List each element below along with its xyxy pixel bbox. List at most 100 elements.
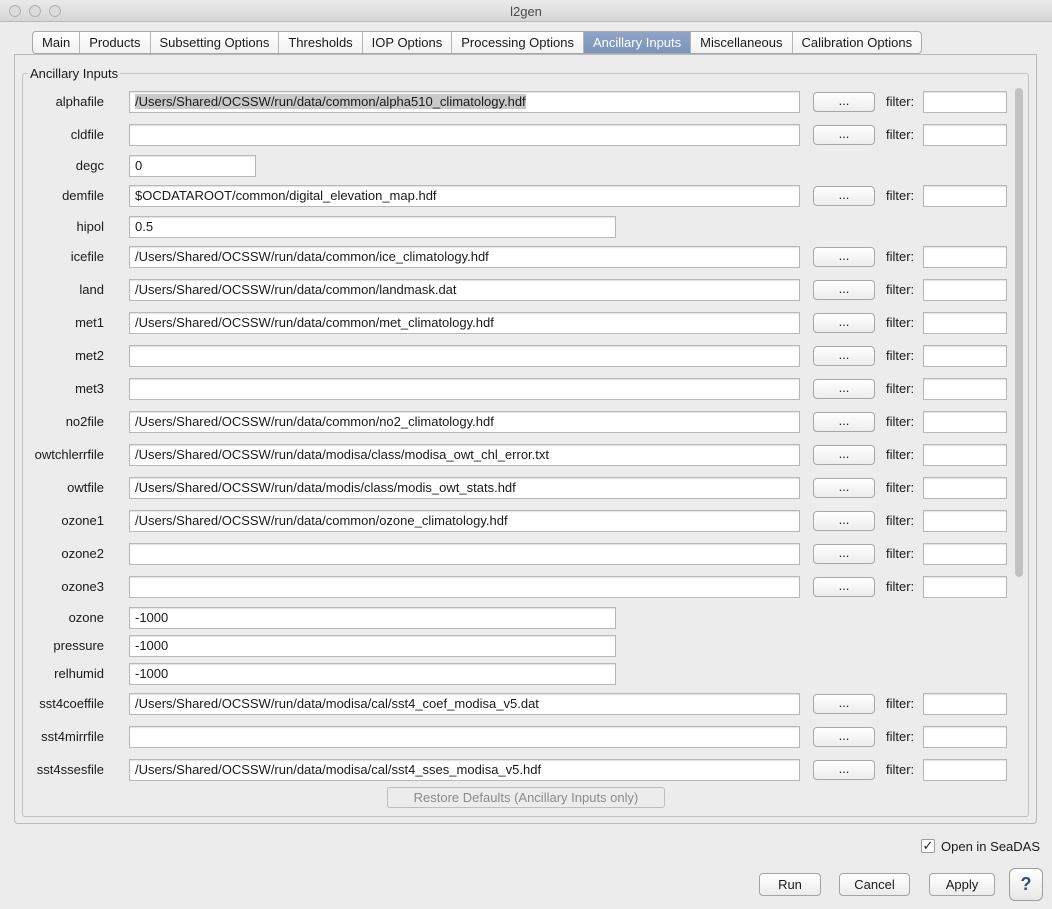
owtfile-input[interactable]: /Users/Shared/OCSSW/run/data/modis/class… xyxy=(129,477,800,499)
land-filter-input[interactable] xyxy=(923,279,1007,301)
tab-main[interactable]: Main xyxy=(33,32,81,53)
field-label-hipol: hipol xyxy=(76,219,104,234)
met2-browse-button[interactable]: ... xyxy=(813,346,875,366)
cldfile-filter-input[interactable] xyxy=(923,124,1007,146)
cldfile-input[interactable] xyxy=(129,124,800,146)
tab-ancillary-inputs[interactable]: Ancillary Inputs xyxy=(583,32,692,53)
tab-thresholds[interactable]: Thresholds xyxy=(279,32,363,53)
cldfile-browse-button[interactable]: ... xyxy=(813,125,875,145)
met1-input[interactable]: /Users/Shared/OCSSW/run/data/common/met_… xyxy=(129,312,800,334)
demfile-value: $OCDATAROOT/common/digital_elevation_map… xyxy=(135,188,437,203)
field-label-land: land xyxy=(79,282,104,297)
field-label-owtfile: owtfile xyxy=(67,480,104,495)
field-label-ozone2: ozone2 xyxy=(61,546,104,561)
met2-input[interactable] xyxy=(129,345,800,367)
degc-input[interactable]: 0 xyxy=(129,155,256,177)
ozone3-browse-button[interactable]: ... xyxy=(813,577,875,597)
met2-filter-input[interactable] xyxy=(923,345,1007,367)
demfile-filter-label: filter: xyxy=(886,188,915,203)
owtchlerrfile-input[interactable]: /Users/Shared/OCSSW/run/data/modisa/clas… xyxy=(129,444,800,466)
ozone1-browse-button[interactable]: ... xyxy=(813,511,875,531)
demfile-input[interactable]: $OCDATAROOT/common/digital_elevation_map… xyxy=(129,185,800,207)
ozone3-filter-input[interactable] xyxy=(923,576,1007,598)
cldfile-filter-label: filter: xyxy=(886,127,915,142)
help-button[interactable]: ? xyxy=(1009,868,1043,901)
owtfile-browse-button[interactable]: ... xyxy=(813,478,875,498)
alphafile-input[interactable]: /Users/Shared/OCSSW/run/data/common/alph… xyxy=(129,91,800,113)
ozone3-input[interactable] xyxy=(129,576,800,598)
owtfile-value: /Users/Shared/OCSSW/run/data/modis/class… xyxy=(135,480,516,495)
ozone2-browse-button[interactable]: ... xyxy=(813,544,875,564)
scrollbar-thumb[interactable] xyxy=(1015,88,1023,577)
met1-filter-label: filter: xyxy=(886,315,915,330)
icefile-filter-input[interactable] xyxy=(923,246,1007,268)
demfile-browse-button[interactable]: ... xyxy=(813,186,875,206)
ozone3-filter-label: filter: xyxy=(886,579,915,594)
sst4coeffile-browse-button[interactable]: ... xyxy=(813,694,875,714)
met3-filter-label: filter: xyxy=(886,381,915,396)
no2file-value: /Users/Shared/OCSSW/run/data/common/no2_… xyxy=(135,414,494,429)
hipol-value: 0.5 xyxy=(135,219,154,234)
met3-input[interactable] xyxy=(129,378,800,400)
icefile-browse-button[interactable]: ... xyxy=(813,247,875,267)
field-label-no2file: no2file xyxy=(65,414,104,429)
tab-bar: Main Products Subsetting Options Thresho… xyxy=(32,31,923,54)
tab-calibration-options[interactable]: Calibration Options xyxy=(793,32,922,53)
pressure-value: -1000 xyxy=(135,638,169,653)
no2file-filter-input[interactable] xyxy=(923,411,1007,433)
relhumid-input[interactable]: -1000 xyxy=(129,663,616,685)
owtfile-filter-label: filter: xyxy=(886,480,915,495)
sst4ssesfile-browse-button[interactable]: ... xyxy=(813,760,875,780)
land-browse-button[interactable]: ... xyxy=(813,280,875,300)
land-input[interactable]: /Users/Shared/OCSSW/run/data/common/land… xyxy=(129,279,800,301)
met3-filter-input[interactable] xyxy=(923,378,1007,400)
ozone2-filter-input[interactable] xyxy=(923,543,1007,565)
field-label-sst4mirrfile: sst4mirrfile xyxy=(41,729,104,744)
no2file-filter-label: filter: xyxy=(886,414,915,429)
pressure-input[interactable]: -1000 xyxy=(129,635,616,657)
met1-browse-button[interactable]: ... xyxy=(813,313,875,333)
sst4ssesfile-filter-input[interactable] xyxy=(923,759,1007,781)
tab-subsetting-options[interactable]: Subsetting Options xyxy=(151,32,280,53)
title-bar: l2gen xyxy=(0,0,1052,22)
alphafile-browse-button[interactable]: ... xyxy=(813,92,875,112)
field-label-met3: met3 xyxy=(75,381,104,396)
tab-products[interactable]: Products xyxy=(80,32,151,53)
met1-filter-input[interactable] xyxy=(923,312,1007,334)
field-label-ozone1: ozone1 xyxy=(61,513,104,528)
demfile-filter-input[interactable] xyxy=(923,185,1007,207)
met3-browse-button[interactable]: ... xyxy=(813,379,875,399)
sst4coeffile-filter-input[interactable] xyxy=(923,693,1007,715)
apply-button[interactable]: Apply xyxy=(929,873,995,896)
ozone1-input[interactable]: /Users/Shared/OCSSW/run/data/common/ozon… xyxy=(129,510,800,532)
owtchlerrfile-filter-label: filter: xyxy=(886,447,915,462)
field-label-icefile: icefile xyxy=(70,249,104,264)
run-button[interactable]: Run xyxy=(759,873,821,896)
open-in-seadas-checkbox[interactable]: ✓ xyxy=(921,839,935,853)
ozone-input[interactable]: -1000 xyxy=(129,607,616,629)
alphafile-filter-input[interactable] xyxy=(923,91,1007,113)
owtfile-filter-input[interactable] xyxy=(923,477,1007,499)
no2file-input[interactable]: /Users/Shared/OCSSW/run/data/common/no2_… xyxy=(129,411,800,433)
tab-processing-options[interactable]: Processing Options xyxy=(452,32,584,53)
tab-iop-options[interactable]: IOP Options xyxy=(363,32,453,53)
owtchlerrfile-filter-input[interactable] xyxy=(923,444,1007,466)
sst4mirrfile-browse-button[interactable]: ... xyxy=(813,727,875,747)
sst4mirrfile-input[interactable] xyxy=(129,726,800,748)
ozone1-filter-input[interactable] xyxy=(923,510,1007,532)
cancel-button[interactable]: Cancel xyxy=(839,873,910,896)
sst4coeffile-input[interactable]: /Users/Shared/OCSSW/run/data/modisa/cal/… xyxy=(129,693,800,715)
sst4mirrfile-filter-input[interactable] xyxy=(923,726,1007,748)
icefile-input[interactable]: /Users/Shared/OCSSW/run/data/common/ice_… xyxy=(129,246,800,268)
hipol-input[interactable]: 0.5 xyxy=(129,216,616,238)
owtchlerrfile-browse-button[interactable]: ... xyxy=(813,445,875,465)
window-title: l2gen xyxy=(510,4,542,19)
degc-value: 0 xyxy=(135,158,143,173)
sst4ssesfile-input[interactable]: /Users/Shared/OCSSW/run/data/modisa/cal/… xyxy=(129,759,800,781)
restore-defaults-button[interactable]: Restore Defaults (Ancillary Inputs only) xyxy=(387,787,665,808)
tab-miscellaneous[interactable]: Miscellaneous xyxy=(691,32,793,53)
ozone2-input[interactable] xyxy=(129,543,800,565)
icefile-value: /Users/Shared/OCSSW/run/data/common/ice_… xyxy=(135,249,489,264)
sst4ssesfile-filter-label: filter: xyxy=(886,762,915,777)
no2file-browse-button[interactable]: ... xyxy=(813,412,875,432)
